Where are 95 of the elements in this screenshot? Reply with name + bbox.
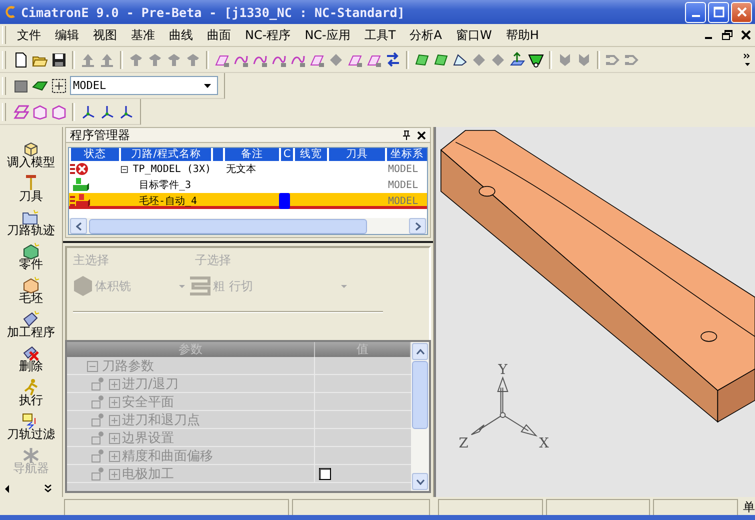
column-header[interactable]: 刀具 — [327, 148, 385, 161]
dropdown-arrow-icon — [179, 284, 185, 288]
dropdown-arrow-icon — [341, 284, 347, 288]
polygon-icon[interactable] — [452, 52, 468, 68]
restore-icon[interactable] — [722, 30, 733, 40]
minimize-button[interactable] — [685, 2, 706, 22]
menu-item[interactable]: 窗口W — [448, 26, 499, 44]
funnel-icon[interactable] — [528, 52, 544, 68]
menu-item[interactable]: 基准 — [124, 26, 162, 44]
parameter-label: 进刀/退刀 — [122, 376, 178, 393]
swap-arrows-icon[interactable] — [385, 52, 401, 68]
axis-label: Z — [458, 435, 468, 452]
close-icon — [736, 6, 748, 18]
axis-label: Y — [498, 362, 508, 378]
axes-icon[interactable] — [80, 104, 96, 120]
parameter-label: 电极加工 — [122, 466, 174, 483]
menu-item[interactable]: 工具T — [357, 26, 403, 44]
column-header[interactable]: 备注 — [223, 148, 279, 161]
new-document-icon[interactable] — [13, 52, 29, 68]
stock-icon — [69, 193, 91, 209]
logo-icon — [3, 4, 17, 20]
scroll-right-icon[interactable] — [414, 222, 420, 230]
status-text: 单 — [742, 499, 755, 515]
menu-item[interactable]: NC-应用 — [298, 26, 358, 44]
table-cell-text: MODEL — [388, 194, 418, 208]
close-icon[interactable] — [741, 30, 751, 40]
save-icon[interactable] — [51, 52, 67, 68]
parameter-label: 进刀和退刀点 — [122, 412, 200, 429]
column-header[interactable]: 坐标系 — [385, 148, 427, 161]
sidebar-button[interactable]: 刀路轨迹 — [0, 203, 62, 237]
raster-pattern-icon — [189, 276, 211, 296]
column-header[interactable]: 刀路/程式名称 — [119, 148, 211, 161]
maximize-button[interactable] — [708, 2, 729, 22]
column-header[interactable]: C — [279, 148, 293, 161]
sidebar-button[interactable]: 零件 — [0, 237, 62, 271]
maximize-icon — [712, 6, 724, 18]
axes-icon[interactable] — [99, 104, 115, 120]
parameter-label: 边界设置 — [122, 430, 174, 447]
parameter-label: 精度和曲面偏移 — [122, 448, 213, 465]
menu-item[interactable]: NC-程序 — [238, 26, 298, 44]
sidebar-button[interactable]: 执行 — [0, 373, 62, 407]
column-header[interactable]: 线宽 — [293, 148, 327, 161]
menu-item[interactable]: 视图 — [86, 26, 124, 44]
minimize-icon — [692, 15, 700, 17]
table-cell-text: 无文本 — [226, 162, 256, 177]
horizontal-scrollbar[interactable] — [69, 218, 427, 234]
dropdown-arrow-icon[interactable] — [204, 84, 211, 88]
parameter-label: 安全平面 — [122, 394, 174, 411]
window-title: CimatronE 9.0 - Pre-Beta - [j1330_NC : NC-Standard] — [21, 4, 406, 20]
more-icon[interactable] — [743, 52, 751, 66]
menu-item[interactable]: 编辑 — [48, 26, 86, 44]
3d-viewport[interactable]: Y Z X — [434, 127, 755, 497]
block-model-drawing[interactable] — [440, 130, 755, 423]
field-label: 主选择 — [73, 252, 110, 269]
coordinate-system-dropdown[interactable]: MODEL — [70, 76, 218, 95]
menu-item[interactable]: 分析A — [402, 26, 449, 44]
sidebar-button[interactable]: 加工程序 — [0, 305, 62, 339]
sidebar-button[interactable]: 调入模型 — [0, 135, 62, 169]
table-row[interactable]: TP_MODEL (3X) 无文本 MODEL — [69, 161, 427, 177]
hexagon-icon — [73, 275, 93, 297]
close-icon[interactable] — [417, 130, 426, 140]
table-cell-text: TP_MODEL (3X) — [132, 162, 211, 176]
menu-item[interactable]: 曲线 — [162, 26, 200, 44]
panel-title: 程序管理器 — [70, 128, 131, 142]
axis-frame-icon[interactable] — [51, 78, 67, 94]
scroll-down-icon[interactable] — [416, 478, 424, 484]
table-row[interactable]: 毛坯-自动_4 MODEL — [69, 193, 427, 209]
chevron-down-icon[interactable] — [44, 484, 52, 493]
menu-item[interactable]: 帮助H — [498, 26, 546, 44]
table-cell-text: 目标零件_3 — [139, 178, 192, 193]
field-label: 子选择 — [195, 252, 232, 269]
menu-item[interactable]: 曲面 — [200, 26, 238, 44]
menu-item[interactable]: 文件 — [10, 26, 48, 44]
axis-triad-drawing — [470, 376, 538, 437]
parameter-label: 刀路参数 — [102, 358, 154, 375]
axes-icon[interactable] — [118, 104, 134, 120]
table-row[interactable]: 目标零件_3 MODEL — [69, 177, 427, 193]
sidebar-button[interactable]: 刀轨过滤 — [0, 407, 62, 441]
table-cell-text: MODEL — [388, 178, 418, 192]
surface-icon[interactable] — [433, 52, 449, 68]
pin-icon[interactable] — [402, 130, 411, 140]
table-cell-text: MODEL — [388, 162, 418, 176]
sidebar-button[interactable]: 刀具 — [0, 169, 62, 203]
scroll-left-icon[interactable] — [4, 484, 10, 492]
axis-label: X — [539, 435, 549, 452]
column-header[interactable]: 状态 — [69, 148, 119, 161]
plane-icon[interactable] — [13, 104, 29, 120]
plane-icon[interactable] — [509, 52, 525, 68]
collapse-icon[interactable] — [121, 164, 128, 174]
scroll-up-icon[interactable] — [416, 348, 424, 354]
surface-icon[interactable] — [414, 52, 430, 68]
close-button[interactable] — [731, 2, 752, 22]
table-cell-text: 毛坯-自动_4 — [139, 194, 198, 209]
sidebar-button[interactable]: 删除 — [0, 339, 62, 373]
sidebar-button[interactable]: 毛坯 — [0, 271, 62, 305]
